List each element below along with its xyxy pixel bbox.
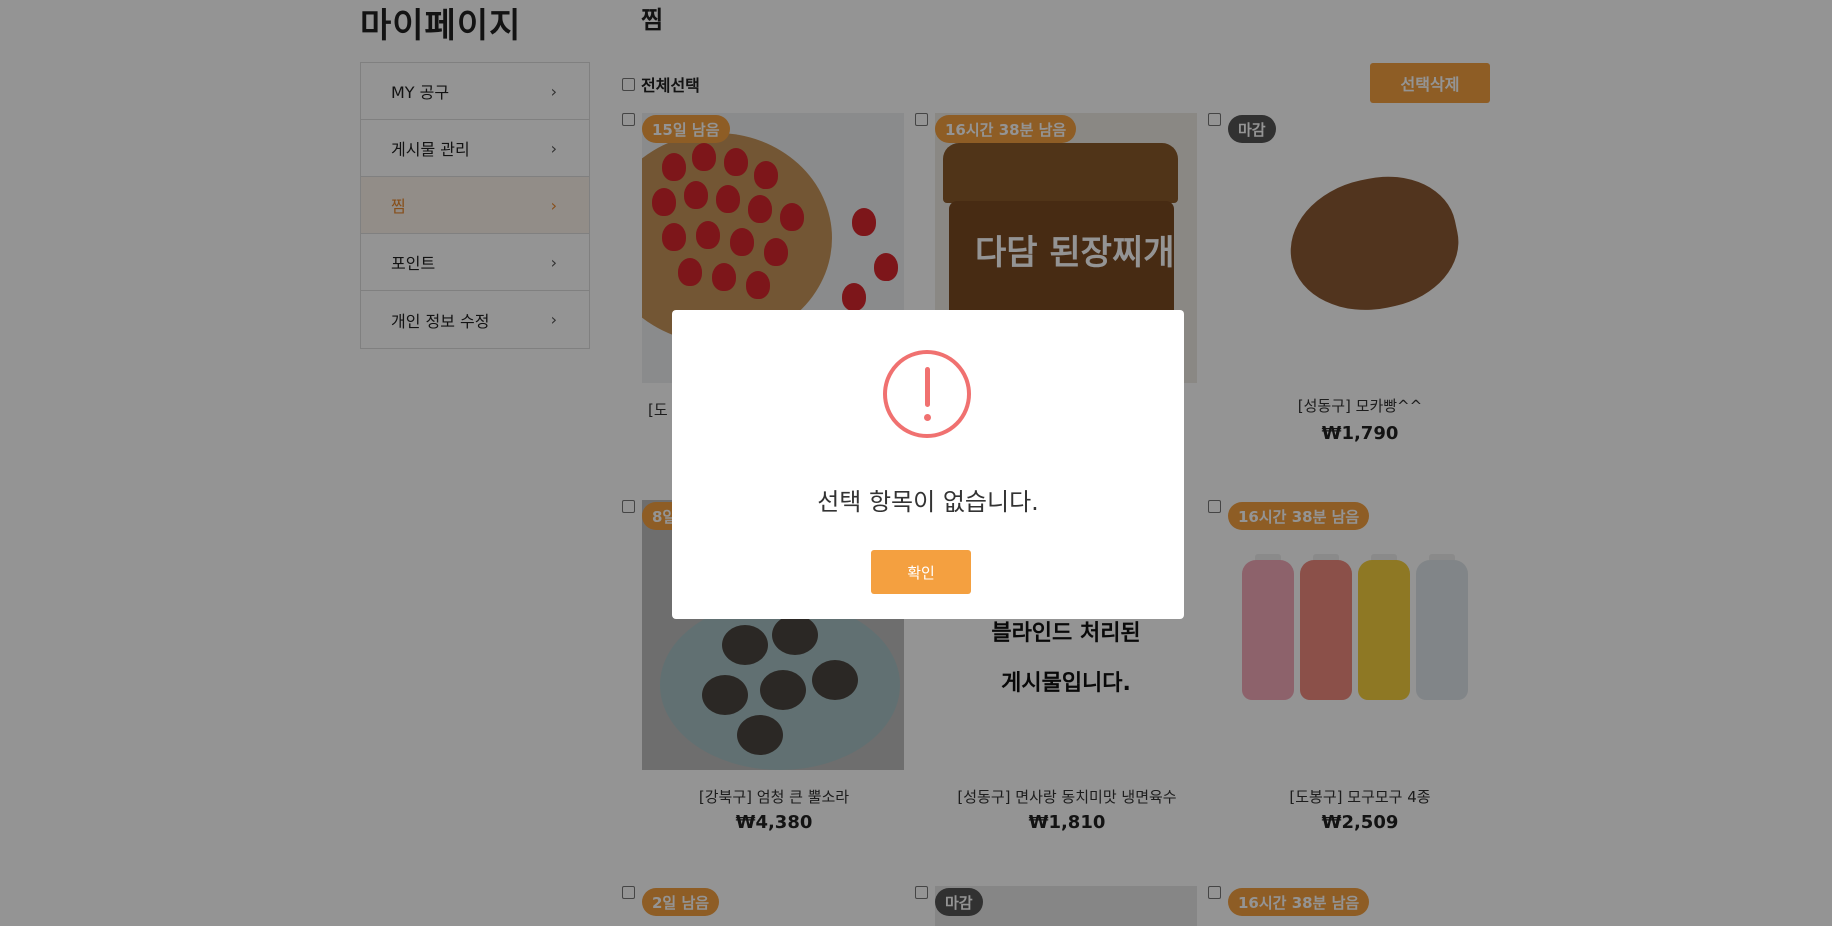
alert-message: 선택 항목이 없습니다. [817,488,1039,516]
exclamation-icon [883,350,971,438]
alert-dialog: 선택 항목이 없습니다. 확인 [672,310,1184,619]
confirm-button[interactable]: 확인 [871,550,971,594]
